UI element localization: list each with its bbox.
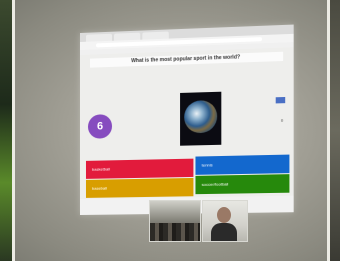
audience	[150, 223, 200, 241]
video-thumbnail-class	[149, 200, 201, 242]
quiz-question: What is the most popular sport in the wo…	[89, 51, 284, 68]
photo-gap-left	[12, 0, 15, 261]
left-adjacent-photo	[0, 0, 12, 261]
answer-green[interactable]: soccer/football	[195, 174, 290, 195]
speaker-body	[211, 223, 237, 241]
projected-browser-window: What is the most popular sport in the wo…	[80, 24, 294, 215]
speaker-head	[217, 207, 231, 223]
answer-yellow[interactable]: baseball	[85, 177, 194, 198]
right-adjacent-photo	[330, 0, 340, 261]
question-image	[180, 91, 222, 146]
countdown-timer: 6	[87, 114, 113, 139]
answer-blue[interactable]: tennis	[195, 154, 290, 175]
video-thumbnail-speaker	[202, 200, 248, 242]
answers-count: 0	[280, 117, 284, 123]
earth-image	[184, 99, 218, 134]
answer-red[interactable]: basketball	[85, 158, 194, 179]
skip-button[interactable]	[275, 96, 286, 104]
